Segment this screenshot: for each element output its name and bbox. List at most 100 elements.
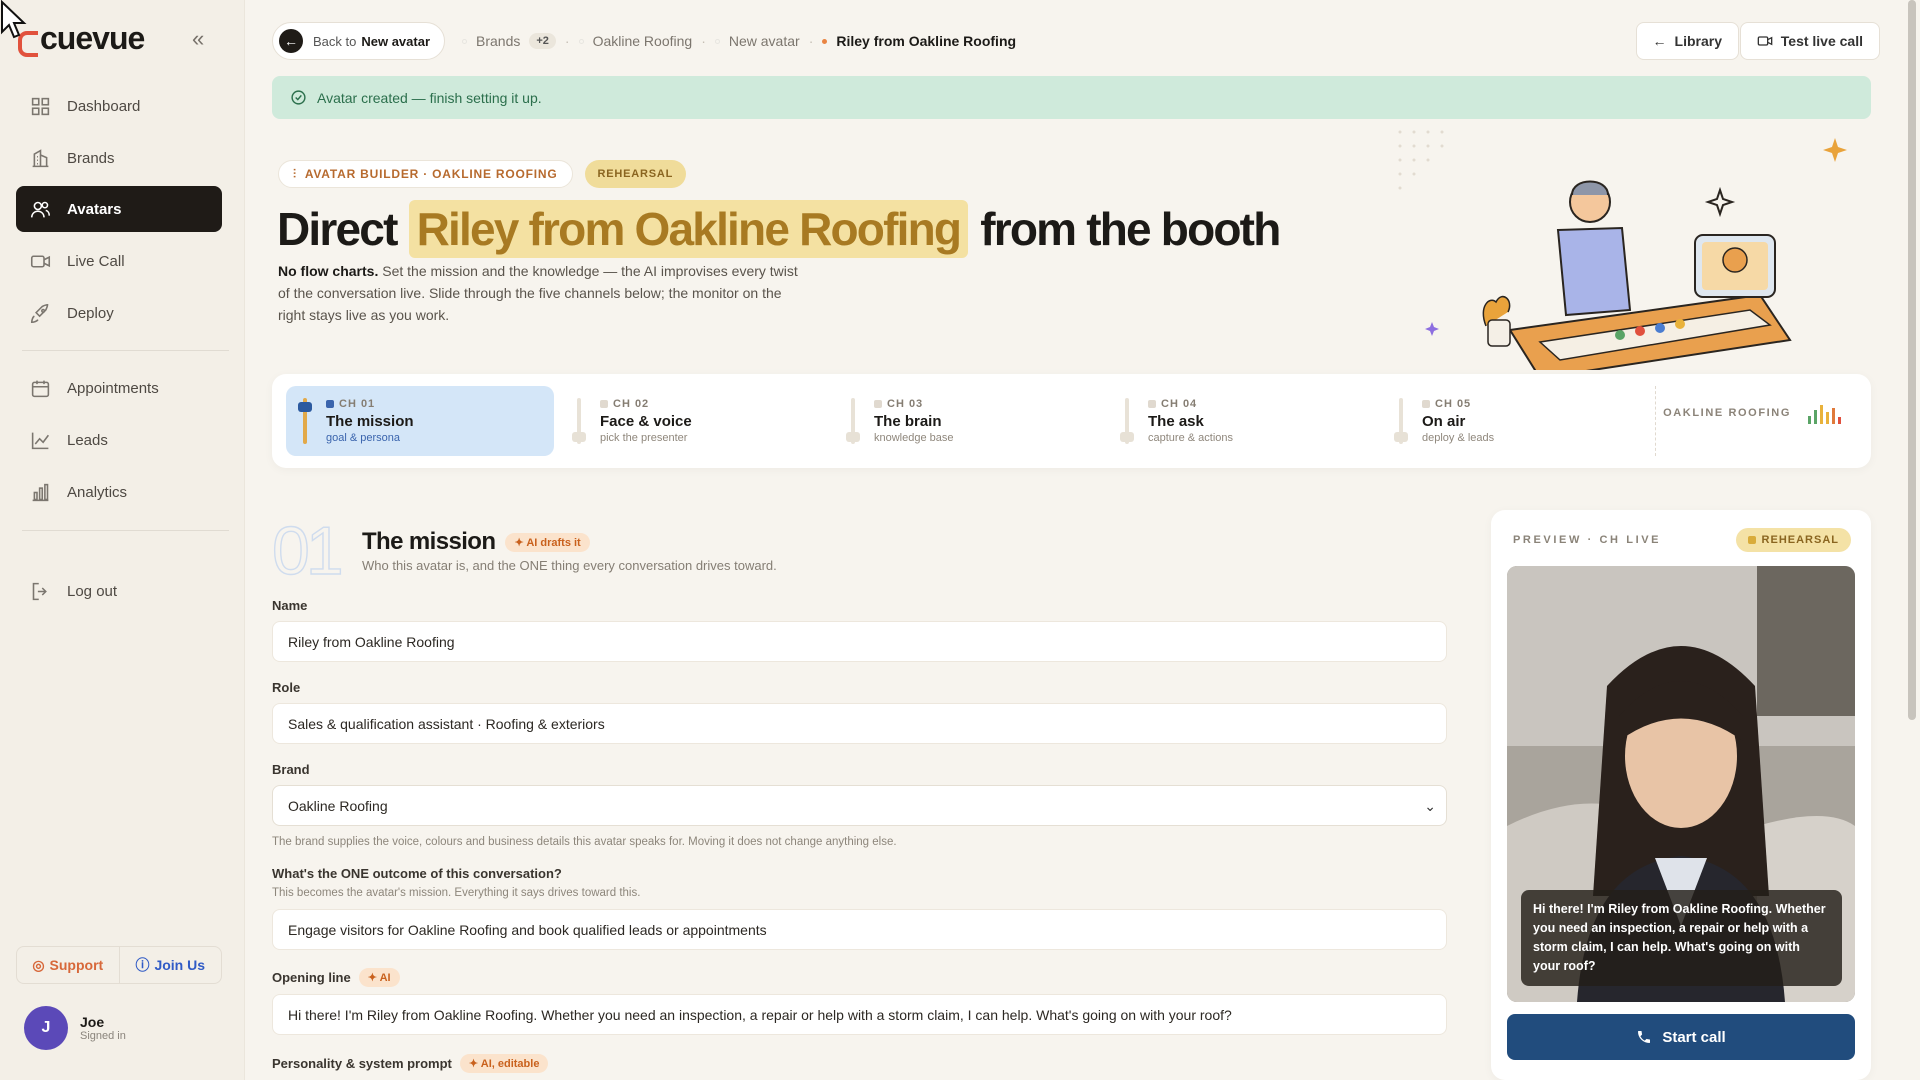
back-button[interactable]: ← Back to New avatar [272, 22, 446, 60]
sidebar-item-label: Live Call [67, 252, 125, 270]
fader-icon [1394, 398, 1408, 444]
sidebar-divider [22, 530, 229, 531]
channel-key: CH 04 [1148, 398, 1233, 410]
outcome-field[interactable]: Engage visitors for Oakline Roofing and … [272, 909, 1447, 950]
arrow-left-icon: ← [279, 29, 303, 53]
rehearsal-badge: REHEARSAL [584, 160, 687, 188]
channel-key: CH 03 [874, 398, 954, 410]
breadcrumb-brand[interactable]: Oakline Roofing [593, 33, 693, 49]
channel-title: Face & voice [600, 413, 692, 430]
logo[interactable]: cuevue [16, 20, 145, 57]
support-bar: ◎ Support ⓘ Join Us [16, 946, 222, 984]
sidebar-item-brands[interactable]: Brands [16, 135, 222, 181]
rocket-icon [30, 303, 49, 323]
crumb-active-dot-icon [822, 38, 828, 44]
tab-channel-02[interactable]: CH 02 Face & voice pick the presenter [560, 386, 828, 456]
sidebar-item-leads[interactable]: Leads [16, 417, 222, 463]
sidebar-item-avatars[interactable]: Avatars [16, 186, 222, 232]
sidebar: cuevue « Dashboard Brands Avatars Live C… [0, 0, 245, 1080]
user-profile[interactable]: J Joe Signed in [24, 1006, 126, 1050]
fader-icon [572, 398, 586, 444]
channel-strip: CH 01 The mission goal & persona CH 02 F… [272, 374, 1871, 468]
channel-title: The brain [874, 413, 942, 430]
prompt-label: Personality & system prompt ✦ AI, editab… [272, 1054, 549, 1073]
chevron-down-icon: ⌄ [1424, 798, 1436, 814]
fader-icon [298, 398, 312, 444]
library-button[interactable]: ← Library [1635, 22, 1739, 60]
tab-channel-01[interactable]: CH 01 The mission goal & persona [286, 386, 554, 456]
ai-badge[interactable]: ✦ AI [358, 968, 400, 987]
banner-text: Avatar created — finish setting it up. [317, 89, 542, 106]
breadcrumb-count-badge[interactable]: +2 [529, 33, 556, 49]
sidebar-item-dashboard[interactable]: Dashboard [16, 83, 222, 129]
preview-rehearsal-badge: REHEARSAL [1735, 528, 1851, 552]
breadcrumb-separator: · [564, 33, 570, 49]
channel-sub: goal & persona [326, 432, 400, 444]
role-field[interactable]: Sales & qualification assistant · Roofin… [272, 703, 1447, 744]
dashboard-icon [31, 97, 50, 115]
booth-illustration [1398, 130, 1847, 370]
sidebar-item-appointments[interactable]: Appointments [16, 365, 222, 411]
breadcrumb: Brands +2 · Oakline Roofing · New avatar… [462, 22, 1016, 60]
outcome-label: What's the ONE outcome of this conversat… [272, 866, 562, 881]
sidebar-item-deploy[interactable]: Deploy [16, 290, 222, 336]
avatar-video[interactable]: Hi there! I'm Riley from Oakline Roofing… [1507, 566, 1855, 1002]
crumb-dot-icon [462, 38, 467, 44]
tab-channel-03[interactable]: CH 03 The brain knowledge base [834, 386, 1102, 456]
tab-channel-04[interactable]: CH 04 The ask capture & actions [1108, 386, 1376, 456]
success-banner: Avatar created — finish setting it up. [272, 76, 1871, 119]
ai-editable-badge[interactable]: ✦ AI, editable [459, 1054, 549, 1073]
sidebar-item-label: Dashboard [67, 97, 141, 115]
channel-key: CH 02 [600, 398, 692, 410]
collapse-sidebar-icon[interactable]: « [192, 26, 204, 52]
page-scrollbar[interactable] [1908, 0, 1916, 720]
brand-meter: OAKLINE ROOFING [1663, 402, 1841, 424]
support-button[interactable]: ◎ Support [17, 947, 120, 983]
user-status: Signed in [80, 1030, 126, 1042]
page-subtitle: No flow charts. Set the mission and the … [278, 260, 798, 326]
trend-icon [31, 432, 50, 449]
channel-key: CH 05 [1422, 398, 1494, 410]
sidebar-item-label: Avatars [67, 200, 122, 218]
channel-title: The ask [1148, 413, 1204, 430]
crumb-dot-icon [578, 38, 584, 44]
back-target: New avatar [361, 33, 431, 49]
sidebar-item-analytics[interactable]: Analytics [16, 469, 222, 515]
topbar: ← Back to New avatar Brands +2 · Oakline… [272, 22, 1880, 62]
sidebar-item-live-call[interactable]: Live Call [16, 238, 222, 284]
start-call-button[interactable]: Start call [1507, 1014, 1855, 1060]
channel-sub: deploy & leads [1422, 432, 1495, 444]
channel-divider [1655, 386, 1656, 456]
opening-line-field[interactable]: Hi there! I'm Riley from Oakline Roofing… [272, 994, 1447, 1035]
brand-meter-label: OAKLINE ROOFING [1663, 407, 1791, 419]
subtitle-bold: No flow charts. [278, 263, 379, 279]
channel-key: CH 01 [326, 398, 414, 410]
breadcrumb-separator: · [808, 33, 814, 49]
breadcrumb-brands[interactable]: Brands [476, 33, 520, 49]
header-tags: ⫶ AVATAR BUILDER · OAKLINE ROOFING REHEA… [278, 160, 687, 188]
arrow-left-icon: ← [1652, 33, 1667, 49]
channel-title: The mission [326, 413, 414, 430]
join-us-button[interactable]: ⓘ Join Us [120, 947, 222, 983]
logout-icon [32, 582, 47, 600]
library-label: Library [1674, 33, 1722, 49]
brand-select[interactable]: Oakline Roofing ⌄ [272, 785, 1447, 826]
tab-channel-05[interactable]: CH 05 On air deploy & leads [1382, 386, 1650, 456]
video-icon [1757, 36, 1773, 46]
channel-sub: knowledge base [874, 432, 954, 444]
name-field[interactable]: Riley from Oakline Roofing [272, 621, 1447, 662]
opening-line-label: Opening line ✦ AI [272, 968, 400, 987]
sidebar-item-label: Analytics [67, 483, 128, 501]
test-live-call-button[interactable]: Test live call [1739, 22, 1880, 60]
title-highlight: Riley from Oakline Roofing [408, 200, 969, 258]
mouse-cursor-icon [0, 0, 27, 39]
start-call-label: Start call [1662, 1028, 1726, 1046]
test-call-label: Test live call [1780, 33, 1863, 49]
breadcrumb-new-avatar[interactable]: New avatar [729, 33, 800, 49]
title-pre: Direct [277, 203, 398, 255]
channel-title: On air [1422, 413, 1466, 430]
ai-drafts-badge[interactable]: ✦ AI drafts it [505, 532, 590, 552]
sidebar-divider [22, 350, 229, 351]
sidebar-item-logout[interactable]: Log out [16, 568, 222, 614]
name-label: Name [272, 598, 308, 613]
